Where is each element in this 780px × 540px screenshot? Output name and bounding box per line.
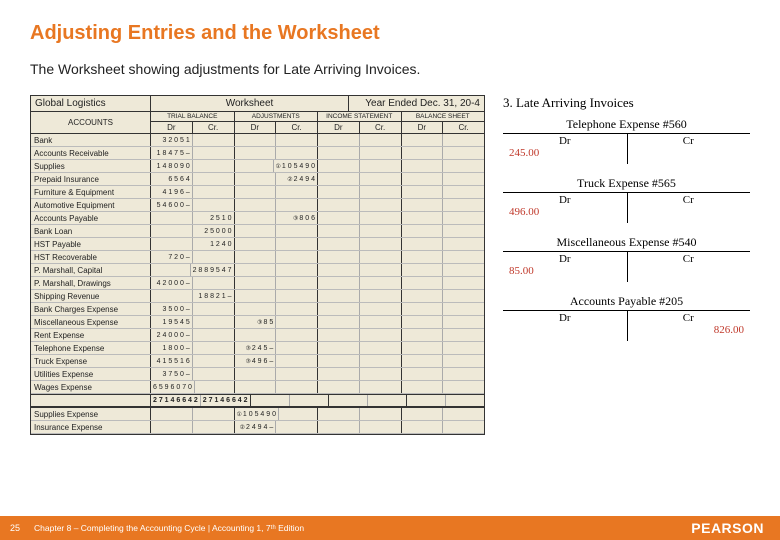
page-title: Adjusting Entries and the Worksheet <box>30 22 750 45</box>
t-account: Telephone Expense #560Dr245.00Cr <box>503 117 750 164</box>
table-row: P. Marshall, Capital2 8 8 9 5 4 7 <box>31 264 484 277</box>
brand-logo: PEARSON <box>691 520 764 536</box>
table-row: Rent Expense2 4 0 0 0 – <box>31 329 484 342</box>
table-row: Accounts Payable2 5 1 0③8 0 6 <box>31 212 484 225</box>
table-row: Truck Expense4 1 5 5 1 6③4 9 6 – <box>31 355 484 368</box>
t-account: Miscellaneous Expense #540Dr85.00Cr <box>503 235 750 282</box>
table-row: Prepaid Insurance6 5 6 4②2 4 9 4 <box>31 173 484 186</box>
ws-company: Global Logistics <box>31 96 151 111</box>
table-row: Bank Charges Expense3 5 0 0 – <box>31 303 484 316</box>
ws-group-income-statement: INCOME STATEMENT <box>318 112 401 122</box>
t-accounts-panel: 3. Late Arriving Invoices Telephone Expe… <box>503 95 750 435</box>
t-account: Accounts Payable #205DrCr826.00 <box>503 294 750 341</box>
footer-text: Chapter 8 – Completing the Accounting Cy… <box>34 523 304 533</box>
table-row: Supplies1 4 8 0 9 0①1 0 5 4 9 0 <box>31 160 484 173</box>
ws-period: Year Ended Dec. 31, 20-4 <box>349 96 484 111</box>
table-row: Shipping Revenue1 8 8 2 1 – <box>31 290 484 303</box>
table-row: Wages Expense6 5 9 6 0 7 0 <box>31 381 484 394</box>
table-row: Utilities Expense3 7 5 0 – <box>31 368 484 381</box>
table-row: HST Recoverable7 2 0 – <box>31 251 484 264</box>
table-row: Supplies Expense①1 0 5 4 9 0 <box>31 408 484 421</box>
ws-group-adjustments: ADJUSTMENTS <box>235 112 318 122</box>
slide-footer: 25 Chapter 8 – Completing the Accounting… <box>0 516 780 540</box>
table-row: 2 7 1 4 6 6 4 22 7 1 4 6 6 4 2 <box>31 394 484 408</box>
ws-group-trial-balance: TRIAL BALANCE <box>151 112 234 122</box>
page-subtitle: The Worksheet showing adjustments for La… <box>30 61 750 77</box>
table-row: Insurance Expense②2 4 9 4 – <box>31 421 484 434</box>
table-row: Bank Loan2 5 0 0 0 <box>31 225 484 238</box>
table-row: Miscellaneous Expense1 9 5 4 5③8 5 <box>31 316 484 329</box>
table-row: Furniture & Equipment4 1 9 6 – <box>31 186 484 199</box>
table-row: Automotive Equipment5 4 6 0 0 – <box>31 199 484 212</box>
worksheet-image: Global Logistics Worksheet Year Ended De… <box>30 95 485 435</box>
table-row: HST Payable1 2 4 0 <box>31 238 484 251</box>
table-row: Accounts Receivable1 8 4 7 5 – <box>31 147 484 160</box>
page-number: 25 <box>0 516 30 540</box>
ws-group-balance-sheet: BALANCE SHEET <box>402 112 485 122</box>
ws-heading: Worksheet <box>151 96 349 111</box>
t-accounts-heading: 3. Late Arriving Invoices <box>503 95 750 111</box>
ws-accounts-header: ACCOUNTS <box>31 112 151 133</box>
table-row: Bank3 2 0 5 1 <box>31 134 484 147</box>
t-account: Truck Expense #565Dr496.00Cr <box>503 176 750 223</box>
table-row: Telephone Expense1 8 0 0 –③2 4 5 – <box>31 342 484 355</box>
table-row: P. Marshall, Drawings4 2 0 0 0 – <box>31 277 484 290</box>
